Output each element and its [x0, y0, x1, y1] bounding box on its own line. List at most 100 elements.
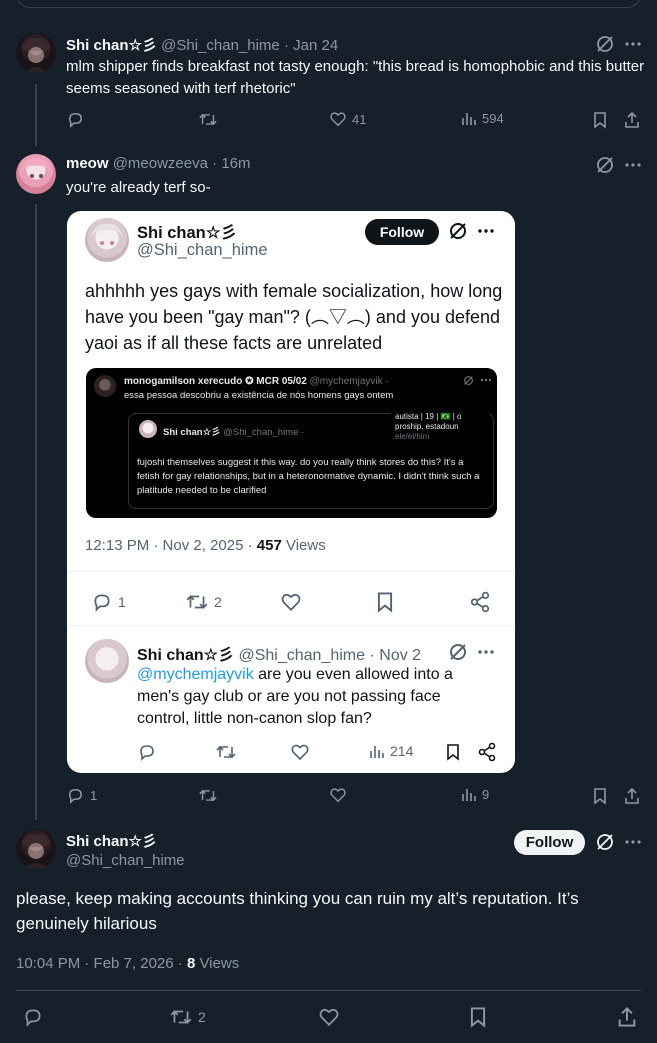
display-name[interactable]: Shi chan☆彡 [66, 37, 157, 54]
handle[interactable]: @Shi_chan_hime [66, 852, 185, 869]
divider [67, 571, 515, 572]
grok-icon[interactable] [594, 154, 616, 176]
views-icon [370, 746, 384, 758]
like-icon [319, 1008, 339, 1026]
share-icon[interactable] [622, 786, 642, 806]
more-icon[interactable] [622, 831, 644, 853]
separator: · [283, 37, 289, 54]
avatar[interactable] [16, 154, 56, 194]
views-icon [462, 113, 476, 125]
timestamp-line: 10:04 PM · Feb 7, 2026 · 8 Views [16, 955, 239, 972]
repost-icon [216, 745, 236, 759]
share-icon[interactable] [622, 110, 642, 130]
timestamp[interactable]: 10:04 PM · Feb 7, 2026 · [16, 955, 183, 972]
repost-button[interactable]: 2 [169, 1006, 206, 1028]
reply-button[interactable] [22, 1006, 44, 1028]
display-name[interactable]: Shi chan☆彡 [66, 830, 157, 851]
post-date[interactable]: Jan 24 [293, 37, 338, 54]
thread-line [35, 204, 37, 820]
bio-line: proship, estadoun [395, 422, 459, 431]
attached-screenshot[interactable]: Shi chan☆彡 @Shi_chan_hime Follow ahhhhh … [67, 211, 515, 773]
display-name: monogamilson xerecudo ✪ MCR 05/02 [124, 376, 307, 387]
divider [16, 990, 641, 991]
views-icon [462, 789, 476, 801]
display-name[interactable]: meow [66, 155, 109, 172]
bookmark-button[interactable] [468, 1006, 488, 1028]
thread-line [35, 84, 37, 146]
share-icon [470, 591, 490, 613]
display-name: Shi chan☆彡 [137, 647, 235, 664]
bookmark-button [445, 742, 461, 762]
avatar[interactable] [16, 33, 56, 73]
bookmark-icon[interactable] [590, 110, 610, 130]
reply-button [137, 742, 157, 762]
timestamp: 12:13 PM · Nov 2, 2025 · [85, 537, 253, 554]
like-button [280, 591, 302, 613]
display-name: Shi chan☆彡 [137, 224, 238, 242]
repost-icon [186, 595, 208, 609]
tweet-text: mlm shipper finds breakfast not tasty en… [66, 58, 645, 97]
grok-icon [447, 641, 469, 663]
like-button[interactable]: 41 [329, 110, 366, 128]
views-count: 8 [186, 955, 196, 972]
reply-button[interactable] [66, 110, 85, 129]
avatar [85, 639, 129, 683]
more-icon[interactable] [622, 154, 644, 176]
mention-link: @mychemjayvik [137, 666, 254, 683]
views-button: 214 [369, 743, 413, 759]
follow-button: Follow [365, 219, 439, 245]
like-icon [330, 112, 346, 127]
tweet-text: you're already terf so- [66, 179, 211, 196]
view-count: 9 [482, 786, 490, 802]
divider [67, 625, 515, 626]
grok-icon[interactable] [594, 831, 616, 853]
handle[interactable]: @meowzeeva [113, 155, 208, 172]
reply-button[interactable]: 1 [66, 786, 97, 805]
follow-button[interactable]: Follow [514, 830, 585, 855]
repost-button[interactable] [198, 110, 218, 129]
views-button[interactable]: 9 [461, 786, 489, 802]
like-button[interactable] [318, 1006, 340, 1028]
separator: · [212, 155, 218, 172]
main-tweet-text: please, keep making accounts thinking yo… [16, 889, 579, 933]
grok-icon[interactable] [594, 33, 616, 55]
handle: @Shi_chan_hime · [223, 427, 305, 438]
bookmark-icon[interactable] [590, 786, 610, 806]
more-icon [479, 374, 493, 386]
like-button [290, 742, 310, 762]
share-button[interactable] [616, 1006, 638, 1028]
post-time[interactable]: 16m [221, 155, 250, 172]
more-icon[interactable] [622, 33, 644, 55]
repost-count: 2 [198, 1009, 206, 1025]
more-icon [475, 220, 497, 242]
share-button [477, 742, 497, 762]
grok-icon [462, 374, 474, 386]
repost-button[interactable] [198, 786, 218, 805]
reply-icon [25, 1009, 41, 1027]
share-button [469, 591, 491, 613]
views-label: Views [199, 955, 240, 972]
share-icon [478, 742, 496, 762]
avatar[interactable] [16, 829, 56, 869]
card-text: ahhhhh yes gays with female socializatio… [85, 281, 503, 353]
view-count: 214 [390, 743, 414, 759]
repost-icon [199, 113, 217, 126]
display-name: Shi chan☆彡 [163, 427, 221, 438]
tweet-header: Shi chan☆彡 @Shi_chan_hime · Jan 24 [66, 34, 338, 55]
more-icon [475, 641, 497, 663]
handle[interactable]: @Shi_chan_hime [161, 37, 280, 54]
reply-icon [69, 789, 82, 804]
bookmark-icon [377, 592, 393, 613]
repost-icon [199, 789, 217, 802]
repost-button [215, 742, 237, 762]
repost-button: 2 [185, 591, 222, 613]
quote-text: essa pessoa descobriu a existência de nó… [124, 390, 394, 401]
like-icon [330, 788, 346, 803]
views-button[interactable]: 594 [461, 110, 504, 126]
grok-icon [447, 220, 469, 242]
like-icon [281, 593, 301, 611]
reply-icon [69, 113, 82, 128]
repost-icon [170, 1010, 192, 1024]
handle: @mychemjayvik · [309, 376, 389, 387]
like-button[interactable] [329, 786, 347, 804]
